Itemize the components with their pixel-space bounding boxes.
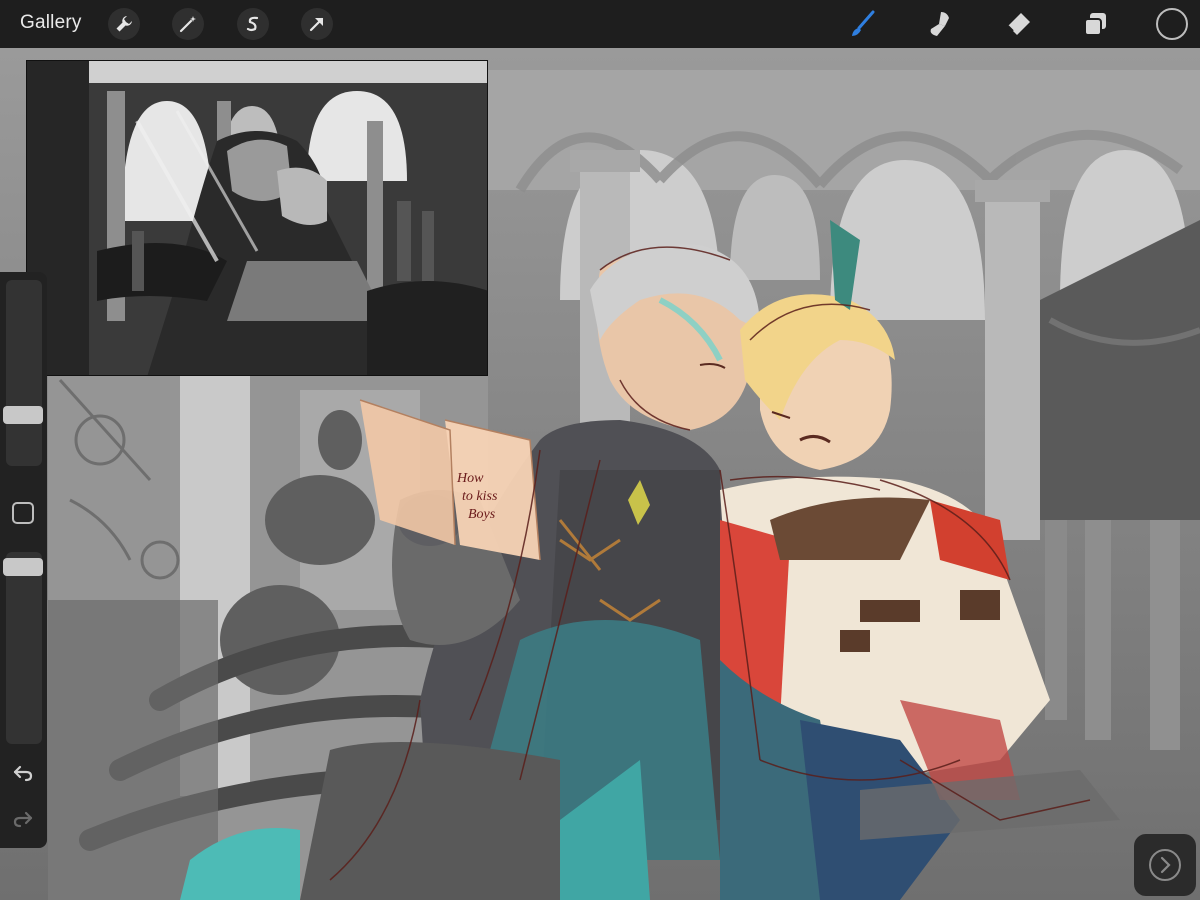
chevron-right-button[interactable] — [1134, 834, 1196, 896]
magic-wand-icon[interactable] — [172, 8, 204, 40]
brush-opacity-thumb[interactable] — [3, 558, 43, 576]
gallery-button[interactable]: Gallery — [20, 12, 82, 34]
reference-image — [27, 61, 487, 375]
color-swatch[interactable] — [1156, 8, 1188, 40]
wrench-icon[interactable] — [108, 8, 140, 40]
top-toolbar: Gallery — [0, 0, 1200, 48]
layers-icon[interactable] — [1078, 7, 1114, 41]
brush-opacity-slider[interactable] — [6, 552, 42, 744]
undo-icon[interactable] — [10, 760, 36, 786]
book-line-1: How — [456, 471, 484, 486]
chevron-right-icon — [1149, 849, 1181, 881]
modify-button[interactable] — [12, 502, 34, 524]
book-line-2: to kiss — [462, 489, 498, 504]
brush-icon[interactable] — [844, 7, 880, 41]
transform-arrow-icon[interactable] — [301, 8, 333, 40]
selection-icon[interactable] — [237, 8, 269, 40]
brush-size-slider[interactable] — [6, 280, 42, 466]
brush-size-thumb[interactable] — [3, 406, 43, 424]
left-sidebar — [0, 272, 47, 848]
smudge-icon[interactable] — [922, 7, 958, 41]
redo-icon[interactable] — [10, 806, 36, 832]
reference-image-window[interactable] — [26, 60, 488, 376]
eraser-icon[interactable] — [1000, 7, 1036, 41]
book-line-3: Boys — [468, 507, 496, 522]
procreate-app: How to kiss Boys Gallery — [0, 0, 1200, 900]
